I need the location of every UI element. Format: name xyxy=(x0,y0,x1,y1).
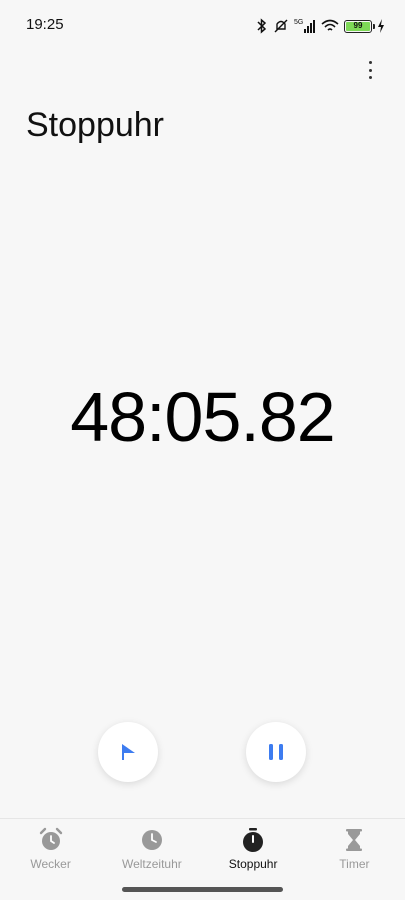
more-vertical-icon xyxy=(368,61,372,64)
wifi-icon xyxy=(321,19,339,31)
nav-label: Stoppuhr xyxy=(228,857,278,871)
stopwatch-icon xyxy=(243,828,264,852)
status-time: 19:25 xyxy=(26,16,64,33)
page-title: Stoppuhr xyxy=(26,106,164,144)
nav-item-stoppuhr[interactable]: Stoppuhr xyxy=(203,819,304,878)
nav-label: Wecker xyxy=(30,857,71,871)
hourglass-icon xyxy=(346,829,363,851)
home-indicator[interactable] xyxy=(122,887,283,892)
network-label: 5G xyxy=(294,19,303,26)
charging-icon xyxy=(378,19,384,33)
nav-item-weltzeituhr[interactable]: Weltzeituhr xyxy=(101,819,202,878)
battery-icon: 99 xyxy=(344,19,375,33)
flag-icon xyxy=(122,744,135,760)
pause-button[interactable] xyxy=(246,722,306,782)
nav-item-timer[interactable]: Timer xyxy=(304,819,405,878)
lap-button[interactable] xyxy=(98,722,158,782)
signal-icon: 5G xyxy=(294,19,315,33)
bottom-navigation: Wecker Weltzeituhr Stoppuhr Timer xyxy=(0,818,405,878)
alarm-clock-icon xyxy=(39,827,62,850)
pause-icon xyxy=(269,744,283,760)
nav-label: Weltzeituhr xyxy=(121,857,182,871)
more-options-button[interactable] xyxy=(363,58,377,82)
mute-icon xyxy=(274,19,288,33)
clock-icon xyxy=(141,830,162,850)
bluetooth-icon xyxy=(257,18,267,34)
status-bar: 19:25 5G 99 xyxy=(0,0,405,50)
nav-label: Timer xyxy=(339,857,370,871)
nav-item-wecker[interactable]: Wecker xyxy=(0,819,101,878)
stopwatch-time: 48:05.82 xyxy=(70,378,335,456)
status-icons: 5G 99 xyxy=(256,15,385,37)
battery-level: 99 xyxy=(346,21,370,31)
